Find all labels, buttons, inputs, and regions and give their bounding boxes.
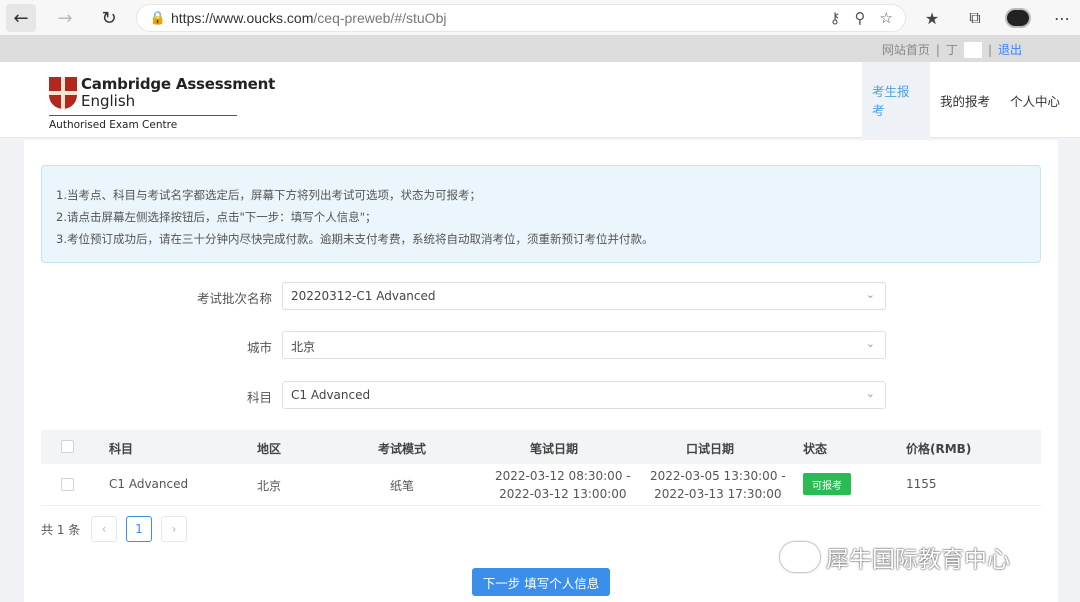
row-subject: C1 Advanced (109, 477, 189, 491)
more-menu-icon[interactable]: ⋯ (1050, 6, 1074, 30)
oral-start: 2022-03-05 13:30:00 - (650, 469, 786, 483)
user-name-mask (963, 41, 982, 58)
city-value: 北京 (291, 340, 316, 354)
top-link-bar: 网站首页 | 丁 | 退出 (0, 36, 1080, 62)
collections-icon[interactable]: ⧉ (963, 6, 987, 30)
favorites-icon[interactable]: ★ (920, 6, 944, 30)
user-name: 丁 (945, 43, 958, 57)
site-header: Cambridge Assessment English Authorised … (0, 62, 1080, 138)
written-start: 2022-03-12 08:30:00 - (495, 469, 631, 483)
page-1-button[interactable]: 1 (126, 516, 152, 542)
add-favorite-icon[interactable]: ☆ (880, 9, 893, 27)
zoom-icon[interactable]: ⚲ (855, 9, 866, 27)
chevron-down-icon: ⌄ (865, 288, 875, 301)
row-select-checkbox[interactable] (61, 478, 74, 491)
col-status: 状态 (803, 442, 828, 456)
col-region: 地区 (257, 442, 282, 456)
table-header: 科目 地区 考试模式 笔试日期 口试日期 状态 价格(RMB) (41, 430, 1041, 464)
forward-arrow-icon[interactable]: → (50, 4, 80, 32)
select-all-checkbox[interactable] (61, 440, 74, 453)
reload-icon[interactable]: ↻ (94, 4, 124, 32)
logo-subtitle: English (81, 92, 136, 110)
oral-end: 2022-03-13 17:30:00 (654, 487, 782, 501)
city-select[interactable]: 北京 ⌄ (282, 331, 886, 359)
lock-icon: 🔒 (149, 10, 167, 26)
col-price: 价格(RMB) (906, 442, 972, 456)
nav-my-registrations[interactable]: 我的报考 (930, 62, 1000, 138)
subject-select[interactable]: C1 Advanced ⌄ (282, 381, 886, 409)
table-row[interactable]: C1 Advanced 北京 纸笔 2022-03-12 08:30:00 - … (41, 464, 1041, 506)
status-badge: 可报考 (803, 473, 851, 495)
exam-batch-row: 考试批次名称 20220312-C1 Advanced ⌄ (24, 282, 1058, 310)
logo-tagline: Authorised Exam Centre (49, 119, 178, 131)
site-home-link[interactable]: 网站首页 (882, 41, 930, 58)
city-label: 城市 (246, 340, 272, 355)
city-row: 城市 北京 ⌄ (24, 331, 1058, 359)
shield-icon (49, 77, 77, 109)
watermark: 犀牛国际教育中心 (780, 540, 1010, 574)
notice-line: 1.当考点、科目与考试名字都选定后，屏幕下方将列出考试可选项，状态为可报考； (56, 188, 481, 202)
next-step-button[interactable]: 下一步 填写个人信息 (472, 568, 610, 596)
chevron-down-icon: ⌄ (865, 337, 875, 350)
wechat-icon (780, 542, 820, 572)
main-nav: 考生报考 我的报考 个人中心 (861, 62, 1080, 138)
notice-line: 2.请点击屏幕左侧选择按钮后，点击"下一步：填写个人信息"； (56, 210, 377, 224)
subject-label: 科目 (246, 390, 272, 405)
main-panel: 1.当考点、科目与考试名字都选定后，屏幕下方将列出考试可选项，状态为可报考； 2… (24, 140, 1058, 602)
notice-line: 3.考位预订成功后，请在三十分钟内尽快完成付款。逾期未支付考费，系统将自动取消考… (56, 232, 654, 246)
subject-value: C1 Advanced (291, 388, 371, 402)
row-oral-date: 2022-03-05 13:30:00 - 2022-03-13 17:30:0… (650, 467, 786, 503)
url-text: https://www.oucks.com/ceq-preweb/#/stuOb… (171, 10, 447, 26)
exam-batch-value: 20220312-C1 Advanced (291, 289, 436, 303)
watermark-text: 犀牛国际教育中心 (826, 547, 1010, 573)
written-end: 2022-03-12 13:00:00 (499, 487, 627, 501)
chevron-down-icon: ⌄ (865, 387, 875, 400)
exam-batch-select[interactable]: 20220312-C1 Advanced ⌄ (282, 282, 886, 310)
separator: | (987, 42, 992, 57)
col-oral-date: 口试日期 (686, 442, 735, 456)
logout-link[interactable]: 退出 (998, 41, 1022, 58)
key-icon[interactable]: ⚷ (830, 9, 841, 27)
total-count: 共 1 条 (41, 523, 81, 537)
address-bar[interactable]: 🔒 https://www.oucks.com/ceq-preweb/#/stu… (136, 4, 906, 32)
subject-row: 科目 C1 Advanced ⌄ (24, 381, 1058, 409)
logo-title: Cambridge Assessment (81, 75, 276, 93)
col-mode: 考试模式 (378, 442, 427, 456)
separator: | (935, 42, 940, 57)
nav-exam-registration[interactable]: 考生报考 (861, 62, 930, 138)
col-subject: 科目 (109, 442, 134, 456)
profile-icon[interactable] (1005, 8, 1031, 28)
col-written-date: 笔试日期 (530, 442, 579, 456)
notice-box: 1.当考点、科目与考试名字都选定后，屏幕下方将列出考试可选项，状态为可报考； 2… (41, 165, 1041, 263)
next-page-button[interactable]: › (161, 516, 187, 542)
row-mode: 纸笔 (390, 479, 415, 493)
row-written-date: 2022-03-12 08:30:00 - 2022-03-12 13:00:0… (495, 467, 631, 503)
back-arrow-icon[interactable]: ← (6, 4, 36, 32)
logo-divider (49, 115, 237, 116)
browser-toolbar: ← → ↻ 🔒 https://www.oucks.com/ceq-preweb… (0, 0, 1080, 36)
prev-page-button[interactable]: ‹ (91, 516, 117, 542)
row-price: 1155 (906, 477, 937, 491)
row-region: 北京 (257, 479, 282, 493)
exam-batch-label: 考试批次名称 (196, 291, 272, 306)
nav-personal-center[interactable]: 个人中心 (1000, 62, 1080, 138)
